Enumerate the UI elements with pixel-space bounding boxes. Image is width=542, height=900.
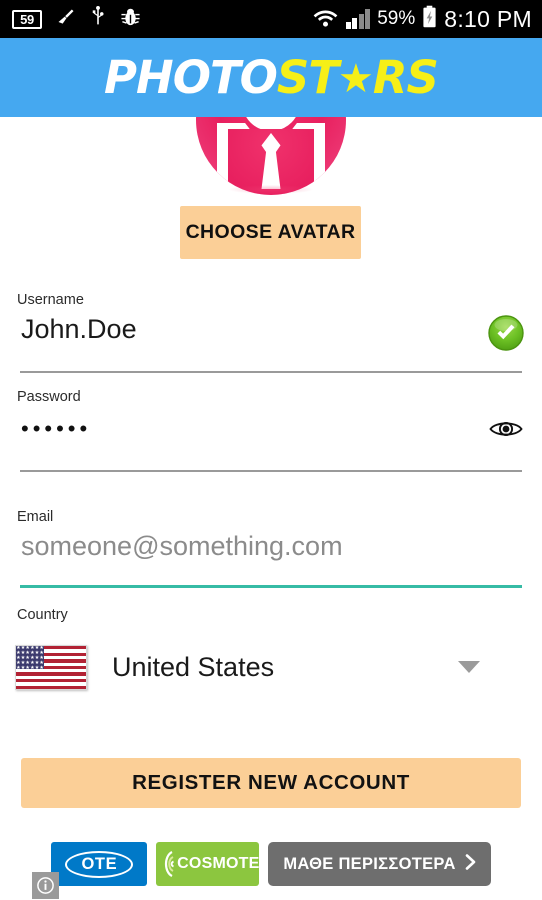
us-flag-icon: ★ ★ ★ ★ ★ ★ ★ ★ ★ ★ ★ ★ ★ ★ ★ ★ ★ ★ ★ ★ ★ ★ ★ ★ ★ ★ ★ ★ ★ ★ (15, 645, 87, 690)
eye-icon[interactable] (488, 417, 524, 443)
chevron-right-icon (465, 853, 476, 875)
app-logo: PHOTO ST ★ RS (104, 51, 439, 104)
username-field-group: Username John.Doe (0, 293, 542, 385)
app-root: 59 59% 8:10 PM PHOTO ST ★ RS CHOOSE AVAT… (0, 0, 542, 900)
country-select[interactable]: United States (112, 652, 274, 683)
ad-learn-more-label: ΜΑΘΕ ΠΕΡΙΣΣΟΤΕΡΑ (283, 854, 456, 873)
app-header: PHOTO ST ★ RS (0, 38, 542, 117)
email-input[interactable]: someone@something.com (21, 530, 343, 564)
wifi-icon (312, 6, 339, 32)
signal-bars-icon (345, 9, 371, 29)
battery-charging-icon (422, 5, 437, 33)
ad-banner[interactable]: OTE COSMOTE ΜΑΘΕ ΠΕΡΙΣΣΟΤΕΡΑ (0, 838, 542, 900)
green-check-circle-icon (488, 315, 524, 351)
cosmote-logo-label: COSMOTE (177, 855, 260, 872)
username-input[interactable]: John.Doe (21, 313, 137, 347)
default-avatar-person-with-tie-icon (196, 117, 346, 195)
avatar-head (242, 117, 300, 131)
cleaner-broom-icon (56, 7, 76, 32)
cosmote-arcs-icon (160, 851, 175, 877)
ote-logo[interactable]: OTE (51, 842, 148, 886)
ad-info-icon[interactable] (32, 872, 59, 899)
ad-learn-more-button[interactable]: ΜΑΘΕ ΠΕΡΙΣΣΟΤΕΡΑ (268, 842, 491, 886)
email-underline (20, 585, 522, 588)
usb-icon (90, 6, 106, 32)
username-label: Username (17, 292, 84, 308)
email-field-group: Email someone@something.com (0, 510, 542, 598)
email-label: Email (17, 509, 54, 525)
bug-icon (120, 7, 141, 31)
flag-canton: ★ ★ ★ ★ ★ ★ ★ ★ ★ ★ ★ ★ ★ ★ ★ ★ ★ ★ ★ ★ ★ ★ ★ ★ ★ ★ ★ ★ ★ ★ (16, 645, 44, 671)
avatar-shadow (229, 185, 313, 194)
status-bar: 59 59% 8:10 PM (0, 0, 542, 38)
star-icon: ★ (338, 55, 374, 102)
clock-label: 8:10 PM (444, 5, 532, 32)
notification-count-badge: 59 (12, 9, 42, 29)
choose-avatar-button[interactable]: CHOOSE AVATAR (180, 206, 361, 259)
status-bar-left-icons: 59 (12, 6, 141, 32)
ote-logo-label: OTE (65, 850, 134, 878)
logo-text-st: ST (276, 51, 339, 104)
password-underline (20, 470, 522, 472)
logo-text-photo: PHOTO (104, 51, 278, 104)
password-input[interactable]: •••••• (21, 418, 91, 440)
username-underline (20, 371, 522, 373)
logo-text-rs: RS (372, 51, 439, 104)
battery-percent-label: 59% (377, 8, 416, 29)
password-field-group: Password •••••• (0, 390, 542, 482)
chevron-down-icon[interactable] (458, 661, 480, 673)
password-label: Password (17, 389, 81, 405)
register-new-account-button[interactable]: REGISTER NEW ACCOUNT (21, 758, 521, 808)
country-label: Country (17, 607, 68, 623)
cosmote-logo[interactable]: COSMOTE (156, 842, 260, 886)
status-bar-right-icons: 59% 8:10 PM (312, 5, 532, 33)
